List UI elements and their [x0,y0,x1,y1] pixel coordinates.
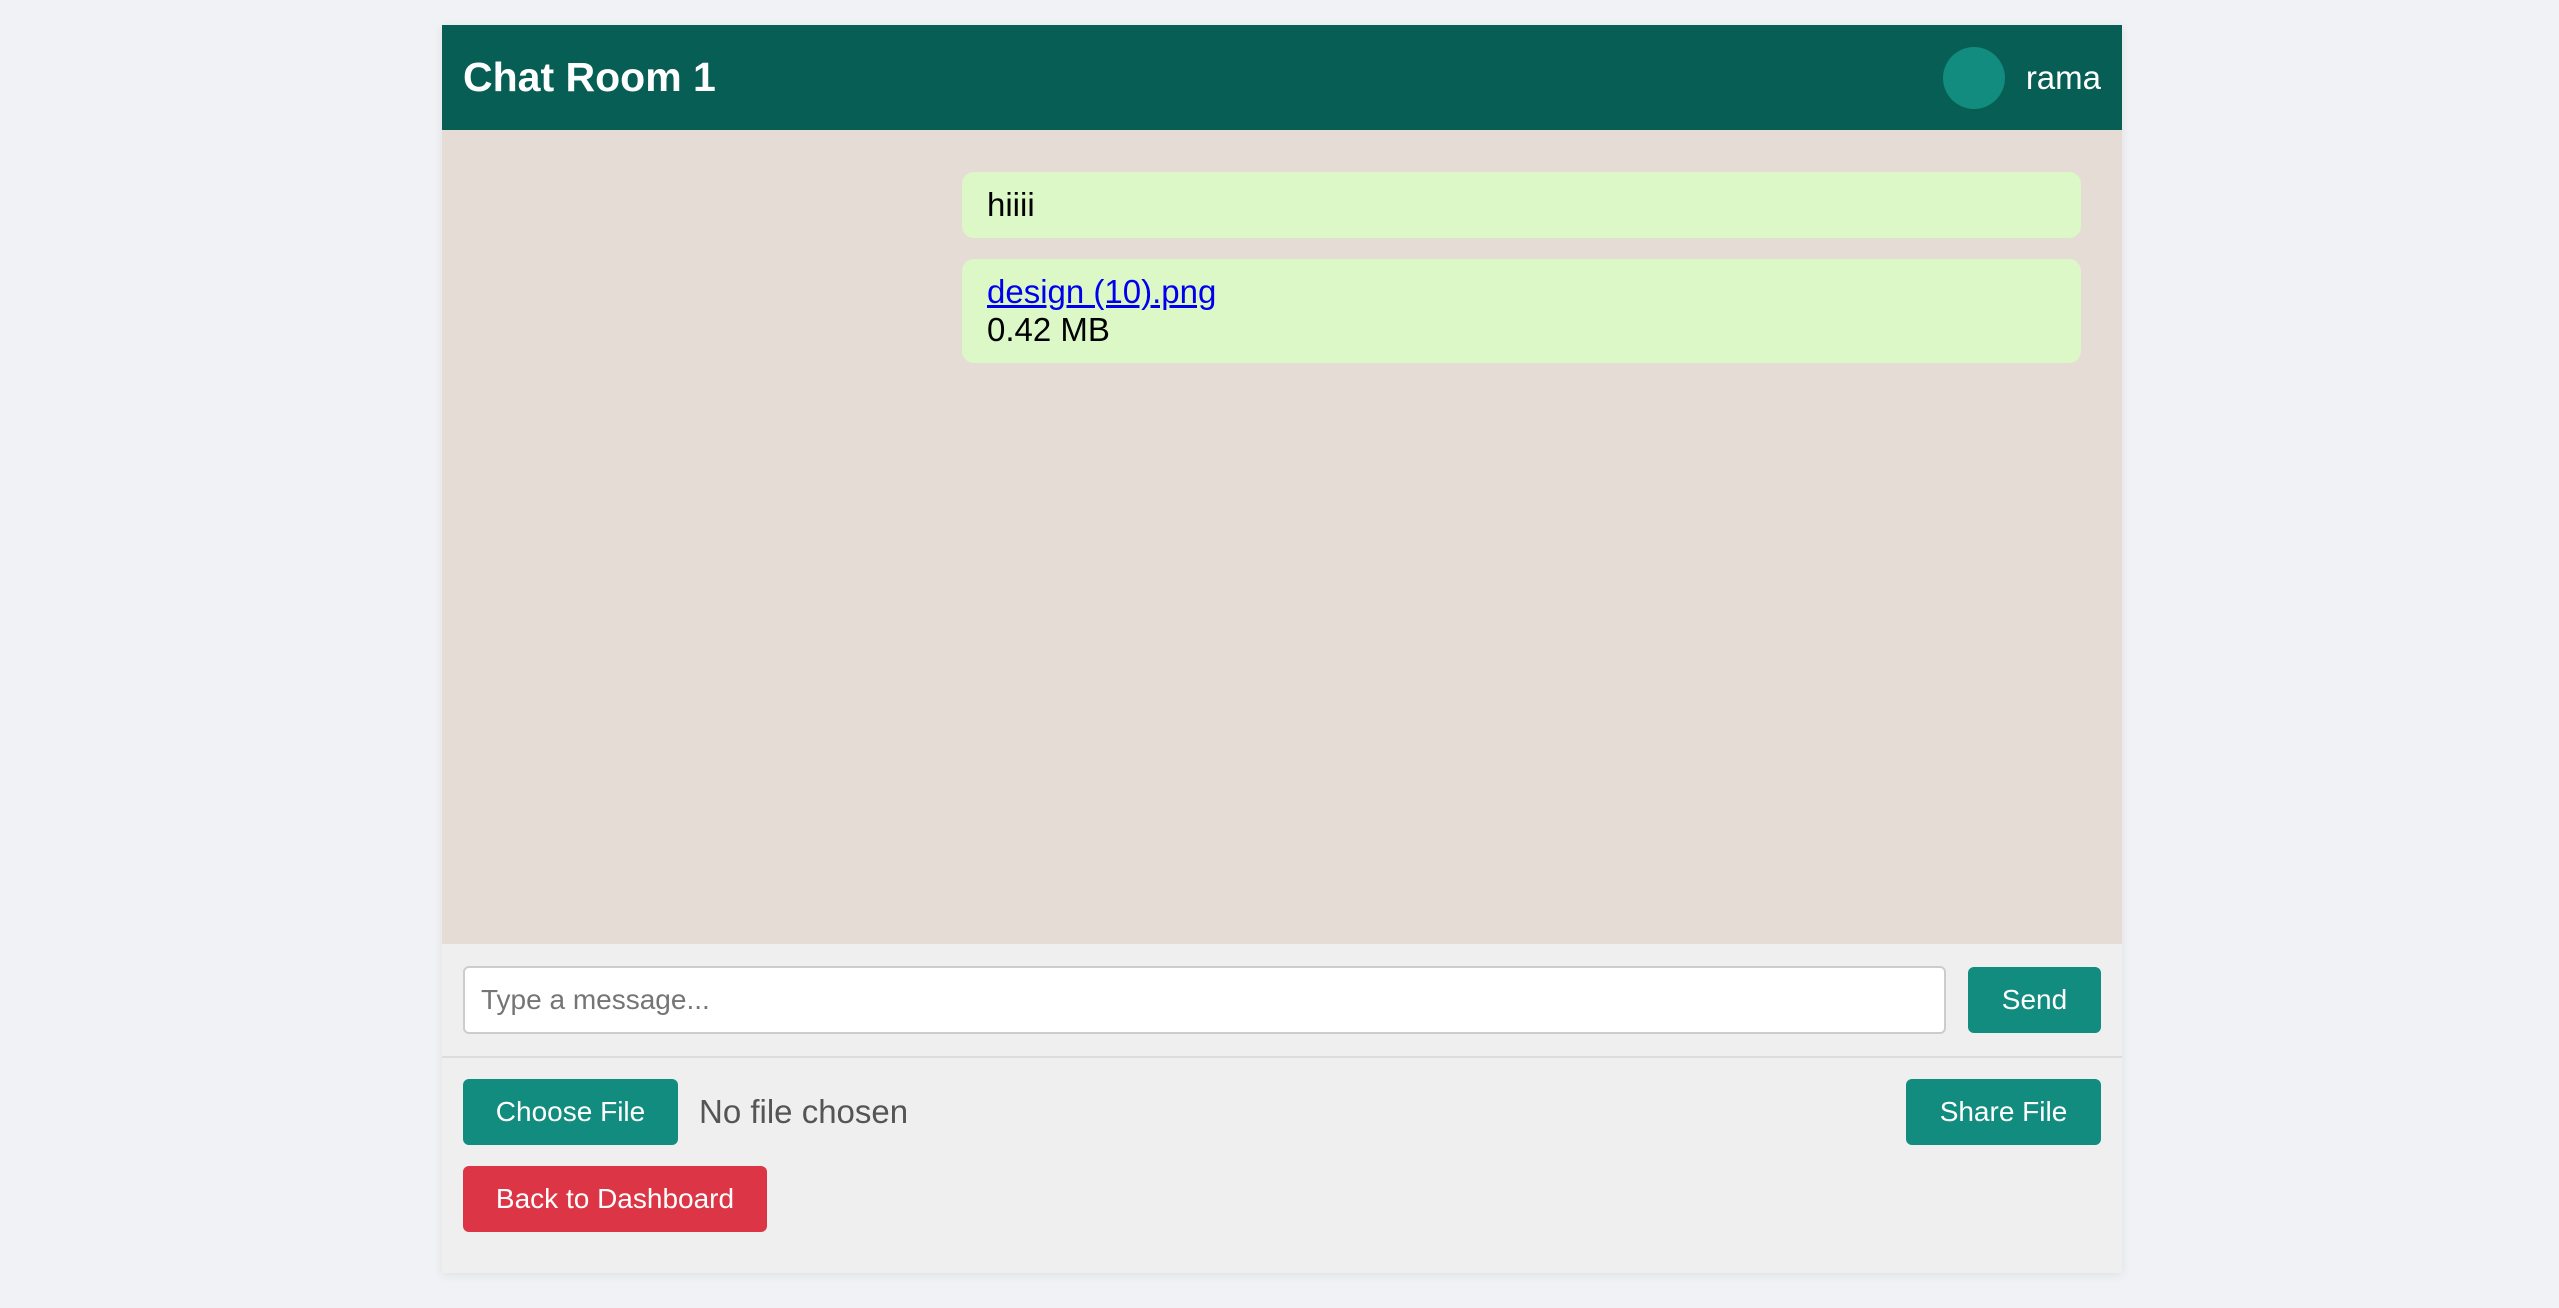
file-size: 0.42 MB [987,311,1110,348]
share-file-button[interactable]: Share File [1906,1079,2101,1145]
avatar [1942,46,2005,109]
username: rama [2025,58,2101,96]
file-download-link[interactable]: design (10).png [987,273,2056,311]
file-picker: Choose File No file chosen [463,1079,908,1145]
file-status: No file chosen [699,1093,909,1130]
user-info: rama [1942,46,2101,109]
message-text: hiiii [987,186,1035,223]
page-title: Chat Room 1 [463,54,716,100]
send-button[interactable]: Send [1968,967,2101,1033]
file-message-bubble: design (10).png 0.42 MB [962,259,2081,363]
file-upload-row: Choose File No file chosen Share File [442,1058,2122,1166]
message-bubble: hiiii [962,172,2081,238]
choose-file-button[interactable]: Choose File [463,1079,678,1145]
message-input[interactable] [463,966,1946,1034]
message-list[interactable]: hiiii design (10).png 0.42 MB [442,130,2122,944]
footer-row: Back to Dashboard [442,1166,2122,1232]
chat-header: Chat Room 1 rama [442,25,2122,130]
composer-row: Send [442,944,2122,1058]
chat-container: Chat Room 1 rama hiiii design (10).png 0… [442,25,2122,1273]
back-to-dashboard-button[interactable]: Back to Dashboard [463,1166,767,1232]
